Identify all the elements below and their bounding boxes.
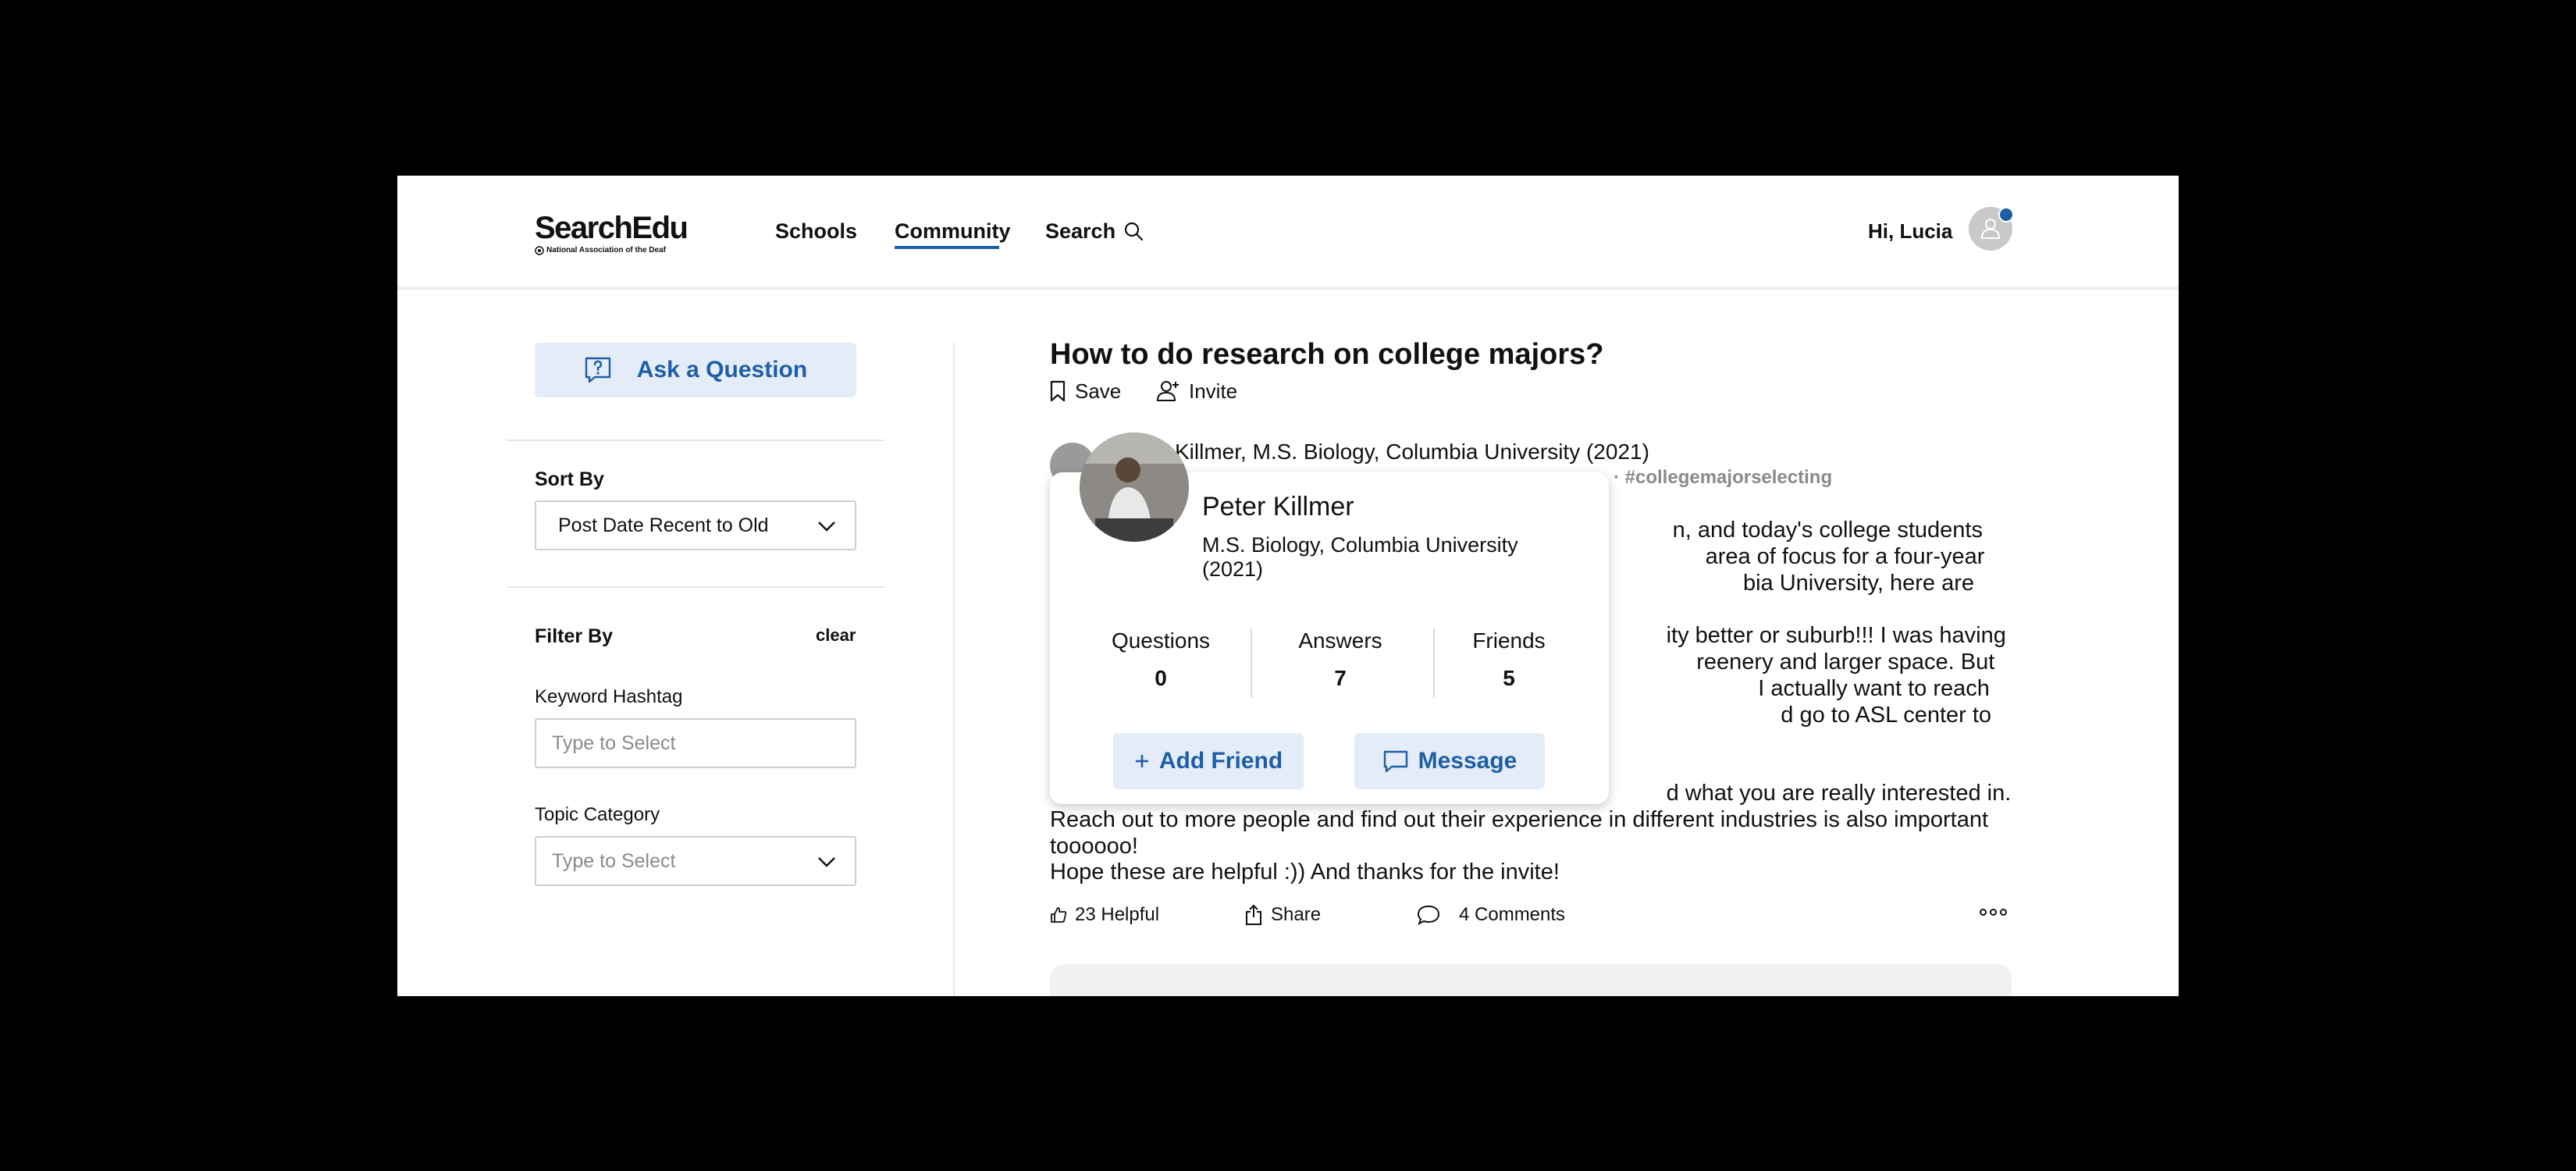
- user-greeting: Hi, Lucia: [1868, 219, 1953, 243]
- stat-answers: Answers 7: [1278, 628, 1403, 691]
- invite-button[interactable]: Invite: [1156, 379, 1237, 404]
- profile-avatar: [1080, 432, 1189, 542]
- topic-category-placeholder: Type to Select: [552, 849, 676, 872]
- nad-seal-icon: [535, 246, 544, 255]
- question-icon: [585, 357, 610, 383]
- ask-question-button[interactable]: Ask a Question: [535, 343, 856, 397]
- share-icon: [1246, 904, 1261, 925]
- stat-value: 5: [1503, 666, 1515, 690]
- save-button[interactable]: Save: [1050, 379, 1121, 404]
- bookmark-icon: [1050, 380, 1066, 402]
- sort-select[interactable]: Post Date Recent to Old: [535, 500, 856, 550]
- search-icon: [1124, 222, 1144, 241]
- share-button[interactable]: Share: [1244, 903, 1321, 927]
- profile-degree: M.S. Biology, Columbia University (2021): [1202, 533, 1518, 581]
- filter-by-label: Filter By: [535, 625, 614, 647]
- more-options-button[interactable]: [1980, 909, 2007, 916]
- share-label: Share: [1271, 904, 1322, 925]
- nav-search[interactable]: Search: [1045, 219, 1144, 244]
- thumbs-up-icon: [1051, 907, 1067, 923]
- more-dot-icon: [1980, 909, 1987, 916]
- clear-filters-link[interactable]: clear: [816, 625, 856, 646]
- ask-question-label: Ask a Question: [636, 357, 808, 383]
- nav-search-label: Search: [1045, 219, 1116, 243]
- profile-name: Peter Killmer: [1202, 492, 1354, 521]
- profile-photo-icon: [1080, 432, 1189, 542]
- keyword-hashtag-placeholder: Type to Select: [552, 731, 676, 754]
- nav-community[interactable]: Community: [895, 219, 1011, 244]
- helpful-button[interactable]: 23 Helpful: [1050, 903, 1159, 927]
- topic-category-select[interactable]: Type to Select: [535, 836, 856, 886]
- topic-category-label: Topic Category: [535, 804, 660, 825]
- stat-value: 0: [1155, 666, 1167, 690]
- stat-questions: Questions 0: [1098, 628, 1223, 691]
- post-paragraph: Hope these are helpful :)) And thanks fo…: [1050, 860, 1560, 884]
- invite-user-icon: [1156, 381, 1179, 401]
- comments-label: 4 Comments: [1459, 904, 1566, 925]
- user-icon: [1980, 219, 2001, 239]
- logo-subtitle: National Association of the Deaf: [535, 246, 687, 255]
- chevron-down-icon: [818, 857, 835, 867]
- stat-divider: [1433, 628, 1435, 697]
- sort-select-value: Post Date Recent to Old: [558, 514, 769, 536]
- invite-label: Invite: [1189, 379, 1238, 403]
- plus-icon: [1135, 755, 1148, 767]
- comment-input-box[interactable]: [1050, 964, 2012, 996]
- chevron-down-icon: [818, 521, 835, 532]
- comment-icon: [1417, 905, 1440, 926]
- author-byline[interactable]: Killmer, M.S. Biology, Columbia Universi…: [1175, 439, 1649, 465]
- stat-value: 7: [1334, 666, 1347, 690]
- comments-button[interactable]: 4 Comments: [1417, 903, 1565, 927]
- message-button[interactable]: Message: [1354, 733, 1545, 789]
- keyword-hashtag-label: Keyword Hashtag: [535, 686, 683, 707]
- nav-active-underline: [895, 246, 999, 249]
- more-dot-icon: [1990, 909, 1997, 916]
- keyword-hashtag-input[interactable]: Type to Select: [535, 718, 856, 768]
- stat-label: Friends: [1472, 628, 1546, 653]
- message-icon: [1383, 750, 1407, 773]
- sidebar-divider: [507, 586, 884, 588]
- stat-divider: [1251, 628, 1252, 697]
- content-divider: [953, 343, 955, 996]
- more-dot-icon: [2000, 909, 2007, 916]
- sort-by-label: Sort By: [535, 468, 604, 490]
- stat-label: Questions: [1111, 628, 1211, 653]
- stat-friends: Friends 5: [1446, 628, 1571, 691]
- app-window: SearchEdu National Association of the De…: [397, 176, 2179, 996]
- add-friend-button[interactable]: Add Friend: [1113, 733, 1304, 789]
- logo-title: SearchEdu: [535, 211, 688, 245]
- helpful-label: 23 Helpful: [1075, 904, 1160, 925]
- add-friend-label: Add Friend: [1158, 748, 1283, 774]
- stat-label: Answers: [1298, 628, 1382, 653]
- message-label: Message: [1418, 748, 1517, 774]
- nav-schools[interactable]: Schools: [775, 219, 857, 244]
- save-label: Save: [1075, 379, 1122, 403]
- notification-dot: [1998, 207, 2014, 222]
- logo[interactable]: SearchEdu National Association of the De…: [535, 211, 688, 255]
- question-title: How to do research on college majors?: [1050, 338, 1604, 371]
- sidebar-divider: [507, 440, 884, 441]
- top-header: SearchEdu National Association of the De…: [397, 176, 2179, 290]
- post-hashtag[interactable]: · #collegemajorselecting: [1614, 467, 1832, 489]
